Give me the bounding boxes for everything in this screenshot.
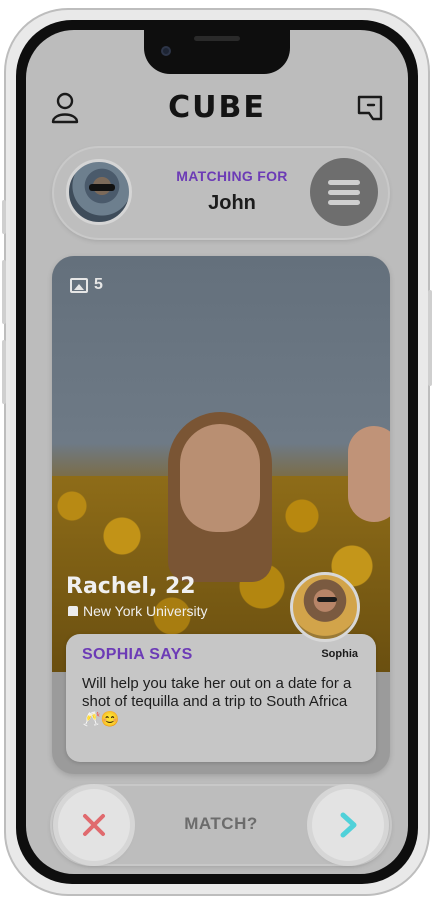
recommendation-card: SOPHIA SAYS Sophia Will help you take he… [66,634,376,762]
menu-button[interactable] [310,158,378,226]
building-icon [68,606,78,616]
hamburger-menu-icon [328,180,360,185]
sophia-avatar[interactable] [290,572,360,642]
message-square-icon[interactable] [356,94,384,122]
front-camera [161,46,171,56]
volume-up-button [2,260,6,324]
app-title: CUBE [168,90,266,125]
recommendation-title: SOPHIA SAYS [82,646,193,663]
mute-switch [2,200,6,234]
volume-down-button [2,340,6,404]
hamburger-menu-icon [328,190,360,195]
phone-bezel: CUBE MATCHING FOR John 5 Rachel, 22 New … [16,20,418,884]
recommendation-author: Sophia [321,648,358,660]
power-button [428,290,432,386]
photo-count-value: 5 [94,276,103,293]
recommendation-text: Will help you take her out on a date for… [82,675,352,728]
john-avatar[interactable] [66,159,132,225]
chevron-right-icon [340,812,357,838]
profile-school: New York University [68,603,208,619]
speaker [194,36,240,41]
second-person-shape [348,426,390,522]
matching-for-name: John [208,192,256,214]
matching-for-label: MATCHING FOR [176,168,288,184]
profile-name-age: Rachel, 22 [66,574,196,599]
notch [144,30,290,74]
profile-card[interactable]: 5 Rachel, 22 New York University SOPHIA … [52,256,390,774]
top-bar: CUBE [26,80,408,125]
hamburger-menu-icon [328,200,360,205]
school-name: New York University [83,603,208,619]
accept-button[interactable] [312,789,384,861]
face-shape [180,424,260,532]
phone-frame: CUBE MATCHING FOR John 5 Rachel, 22 New … [2,8,432,896]
photo-count: 5 [70,276,103,294]
matching-for-card: MATCHING FOR John [54,148,388,238]
sunglasses-detail [317,597,337,602]
action-bar: MATCH? [52,786,390,864]
sunglasses-detail [89,184,115,191]
app-screen: CUBE MATCHING FOR John 5 Rachel, 22 New … [26,30,408,874]
image-icon [70,277,88,293]
